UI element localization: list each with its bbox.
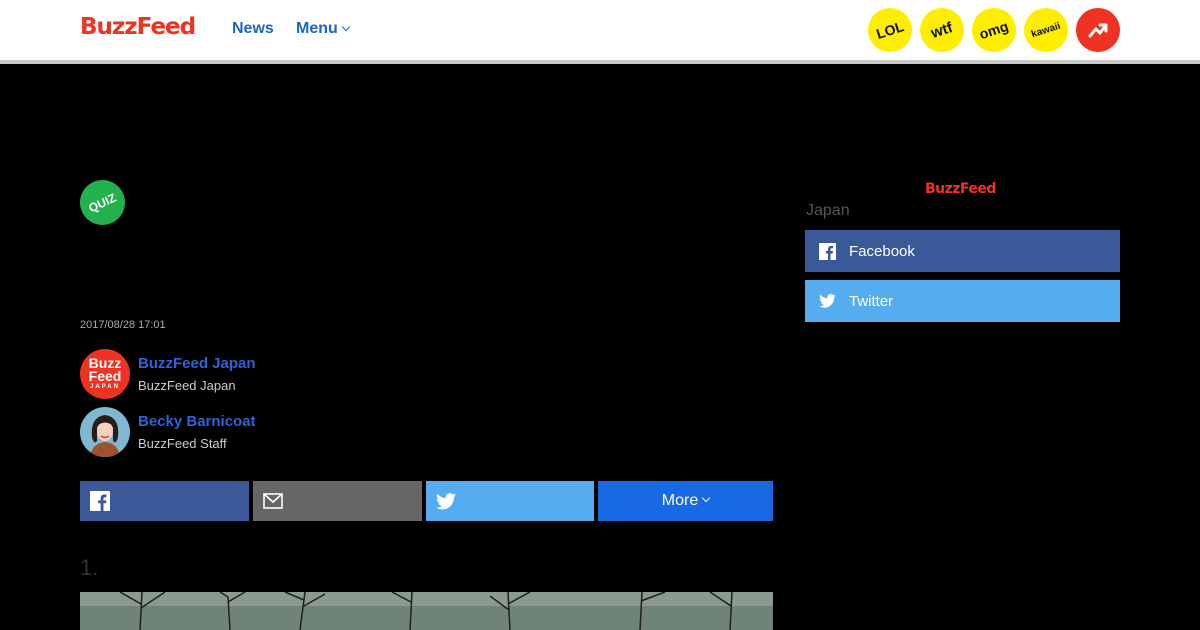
lol-badge-label: LOL <box>874 18 906 42</box>
mail-icon <box>263 493 283 509</box>
omg-badge-button[interactable]: omg <box>972 8 1016 52</box>
avatar[interactable] <box>80 407 130 457</box>
nav-news-link[interactable]: News <box>232 20 274 38</box>
share-facebook-button[interactable] <box>80 481 249 521</box>
sidebar-twitter-label: Twitter <box>849 292 894 310</box>
wtf-badge-button[interactable]: wtf <box>920 8 964 52</box>
share-more-label: More <box>661 492 699 509</box>
author-name-link[interactable]: Becky Barnicoat <box>138 413 256 430</box>
lol-badge-button[interactable]: LOL <box>868 8 912 52</box>
author-role: BuzzFeed Staff <box>138 436 227 451</box>
nav-menu-label: Menu <box>296 20 338 37</box>
facebook-icon <box>819 242 836 260</box>
author-buzzfeed-japan: Buzz Feed JAPAN BuzzFeed Japan BuzzFeed … <box>80 349 380 399</box>
kawaii-badge-button[interactable]: kawaii <box>1024 8 1068 52</box>
avatar-text-line: JAPAN <box>90 384 120 390</box>
facebook-icon <box>90 491 110 511</box>
author-photo-icon <box>80 407 130 457</box>
header-divider <box>0 60 1200 64</box>
sidebar-facebook-label: Facebook <box>849 242 915 260</box>
omg-badge-label: omg <box>977 17 1011 43</box>
share-email-button[interactable] <box>253 481 422 521</box>
sidebar-label: Japan <box>806 202 850 219</box>
sidebar-twitter-button[interactable]: Twitter <box>805 280 1120 322</box>
nav-menu-button[interactable]: Menu <box>296 20 351 38</box>
buzzfeed-logo[interactable]: BuzzFeed <box>80 14 196 40</box>
trending-button[interactable] <box>1076 8 1120 52</box>
article-image <box>80 592 773 630</box>
chevron-down-icon <box>341 22 351 32</box>
twitter-icon <box>436 492 456 509</box>
sidebar-buzzfeed-logo: BuzzFeed <box>925 181 996 197</box>
kawaii-badge-label: kawaii <box>1030 20 1062 40</box>
list-item-number: 1. <box>80 555 99 580</box>
top-navigation-bar: BuzzFeed News Menu LOL wtf omg kawaii <box>0 0 1200 60</box>
twitter-icon <box>819 294 836 308</box>
sidebar-facebook-button[interactable]: Facebook <box>805 230 1120 272</box>
author-role: BuzzFeed Japan <box>138 378 236 393</box>
author-becky-barnicoat: Becky Barnicoat BuzzFeed Staff <box>80 407 380 457</box>
quiz-badge: QUIZ <box>80 180 125 225</box>
share-twitter-button[interactable] <box>426 481 594 521</box>
author-name-link[interactable]: BuzzFeed Japan <box>138 355 256 372</box>
chevron-down-icon <box>701 493 711 503</box>
share-more-button[interactable]: More <box>598 481 773 521</box>
trending-arrow-icon <box>1088 23 1108 38</box>
avatar-text-line: Feed <box>88 368 122 384</box>
publish-date: 2017/08/28 17:01 <box>80 319 166 331</box>
avatar[interactable]: Buzz Feed JAPAN <box>80 349 130 399</box>
quiz-badge-label: QUIZ <box>86 190 119 215</box>
wtf-badge-label: wtf <box>929 18 955 42</box>
